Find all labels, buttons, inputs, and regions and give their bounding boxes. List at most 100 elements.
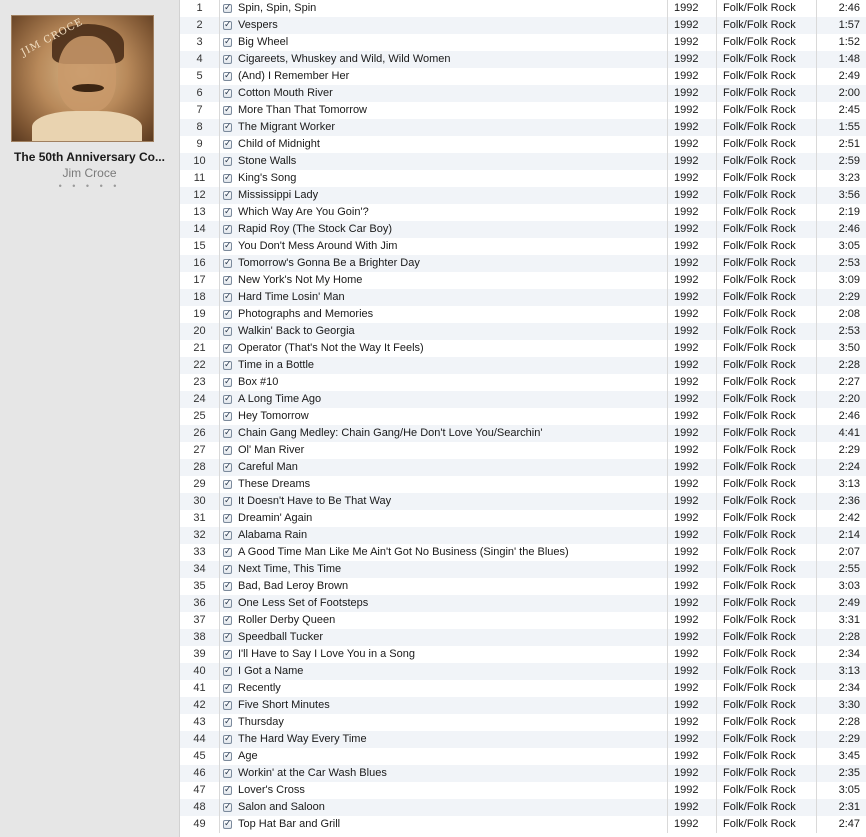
track-checkbox[interactable] [223, 306, 235, 323]
checkmark-icon[interactable] [223, 170, 232, 187]
track-row[interactable]: 12 Mississippi Lady 1992 Folk/Folk Rock 3:56 [180, 187, 866, 204]
checkmark-icon[interactable] [223, 544, 232, 561]
track-row[interactable]: 38 Speedball Tucker 1992 Folk/Folk Rock 2:28 [180, 629, 866, 646]
track-checkbox[interactable] [223, 816, 235, 833]
track-checkbox[interactable] [223, 102, 235, 119]
track-row[interactable]: 5 (And) I Remember Her 1992 Folk/Folk Rock 2… [180, 68, 866, 85]
track-row[interactable]: 48 Salon and Saloon 1992 Folk/Folk Rock 2:31 [180, 799, 866, 816]
track-row[interactable]: 20 Walkin' Back to Georgia 1992 Folk/Folk R… [180, 323, 866, 340]
checkmark-icon[interactable] [223, 816, 232, 833]
checkmark-icon[interactable] [223, 374, 232, 391]
track-row[interactable]: 17 New York's Not My Home 1992 Folk/Folk Ro… [180, 272, 866, 289]
checkmark-icon[interactable] [223, 646, 232, 663]
track-row[interactable]: 32 Alabama Rain 1992 Folk/Folk Rock 2:14 [180, 527, 866, 544]
track-checkbox[interactable] [223, 493, 235, 510]
track-row[interactable]: 22 Time in a Bottle 1992 Folk/Folk Rock 2:28 [180, 357, 866, 374]
track-checkbox[interactable] [223, 663, 235, 680]
track-checkbox[interactable] [223, 612, 235, 629]
track-checkbox[interactable] [223, 476, 235, 493]
checkmark-icon[interactable] [223, 663, 232, 680]
track-checkbox[interactable] [223, 646, 235, 663]
track-row[interactable]: 10 Stone Walls 1992 Folk/Folk Rock 2:59 [180, 153, 866, 170]
checkmark-icon[interactable] [223, 34, 232, 51]
track-row[interactable]: 25 Hey Tomorrow 1992 Folk/Folk Rock 2:46 [180, 408, 866, 425]
checkmark-icon[interactable] [223, 272, 232, 289]
track-row[interactable]: 43 Thursday 1992 Folk/Folk Rock 2:28 [180, 714, 866, 731]
track-row[interactable]: 30 It Doesn't Have to Be That Way 1992 Folk… [180, 493, 866, 510]
track-checkbox[interactable] [223, 374, 235, 391]
checkmark-icon[interactable] [223, 238, 232, 255]
checkmark-icon[interactable] [223, 408, 232, 425]
track-row[interactable]: 14 Rapid Roy (The Stock Car Boy) 1992 Folk/… [180, 221, 866, 238]
checkmark-icon[interactable] [223, 340, 232, 357]
track-row[interactable]: 27 Ol' Man River 1992 Folk/Folk Rock 2:29 [180, 442, 866, 459]
checkmark-icon[interactable] [223, 204, 232, 221]
track-checkbox[interactable] [223, 731, 235, 748]
checkmark-icon[interactable] [223, 17, 232, 34]
track-row[interactable]: 6 Cotton Mouth River 1992 Folk/Folk Rock 2:0… [180, 85, 866, 102]
track-checkbox[interactable] [223, 136, 235, 153]
track-row[interactable]: 47 Lover's Cross 1992 Folk/Folk Rock 3:05 [180, 782, 866, 799]
track-checkbox[interactable] [223, 629, 235, 646]
checkmark-icon[interactable] [223, 153, 232, 170]
track-checkbox[interactable] [223, 714, 235, 731]
track-checkbox[interactable] [223, 255, 235, 272]
checkmark-icon[interactable] [223, 102, 232, 119]
album-title[interactable]: The 50th Anniversary Co... [0, 150, 179, 164]
checkmark-icon[interactable] [223, 629, 232, 646]
track-row[interactable]: 23 Box #10 1992 Folk/Folk Rock 2:27 [180, 374, 866, 391]
track-checkbox[interactable] [223, 51, 235, 68]
track-row[interactable]: 39 I'll Have to Say I Love You in a Song 1… [180, 646, 866, 663]
track-row[interactable]: 31 Dreamin' Again 1992 Folk/Folk Rock 2:42 [180, 510, 866, 527]
track-row[interactable]: 24 A Long Time Ago 1992 Folk/Folk Rock 2:20 [180, 391, 866, 408]
checkmark-icon[interactable] [223, 680, 232, 697]
track-row[interactable]: 42 Five Short Minutes 1992 Folk/Folk Rock 3:… [180, 697, 866, 714]
track-row[interactable]: 2 Vespers 1992 Folk/Folk Rock 1:57 [180, 17, 866, 34]
track-checkbox[interactable] [223, 68, 235, 85]
track-checkbox[interactable] [223, 17, 235, 34]
checkmark-icon[interactable] [223, 782, 232, 799]
checkmark-icon[interactable] [223, 476, 232, 493]
checkmark-icon[interactable] [223, 306, 232, 323]
checkmark-icon[interactable] [223, 799, 232, 816]
track-checkbox[interactable] [223, 408, 235, 425]
checkmark-icon[interactable] [223, 578, 232, 595]
checkmark-icon[interactable] [223, 714, 232, 731]
checkmark-icon[interactable] [223, 68, 232, 85]
album-rating[interactable]: • • • • • [0, 181, 179, 191]
track-checkbox[interactable] [223, 170, 235, 187]
checkmark-icon[interactable] [223, 748, 232, 765]
track-checkbox[interactable] [223, 748, 235, 765]
track-row[interactable]: 29 These Dreams 1992 Folk/Folk Rock 3:13 [180, 476, 866, 493]
track-checkbox[interactable] [223, 119, 235, 136]
checkmark-icon[interactable] [223, 595, 232, 612]
track-row[interactable]: 16 Tomorrow's Gonna Be a Brighter Day 1992… [180, 255, 866, 272]
album-artwork[interactable]: JIM CROCE [11, 15, 154, 142]
track-checkbox[interactable] [223, 238, 235, 255]
album-artist[interactable]: Jim Croce [0, 166, 179, 180]
checkmark-icon[interactable] [223, 221, 232, 238]
track-checkbox[interactable] [223, 765, 235, 782]
track-checkbox[interactable] [223, 561, 235, 578]
track-row[interactable]: 8 The Migrant Worker 1992 Folk/Folk Rock 1:5… [180, 119, 866, 136]
track-checkbox[interactable] [223, 289, 235, 306]
checkmark-icon[interactable] [223, 765, 232, 782]
checkmark-icon[interactable] [223, 0, 232, 17]
checkmark-icon[interactable] [223, 510, 232, 527]
track-row[interactable]: 34 Next Time, This Time 1992 Folk/Folk Rock… [180, 561, 866, 578]
checkmark-icon[interactable] [223, 357, 232, 374]
track-checkbox[interactable] [223, 459, 235, 476]
track-checkbox[interactable] [223, 357, 235, 374]
track-checkbox[interactable] [223, 799, 235, 816]
track-row[interactable]: 1 Spin, Spin, Spin 1992 Folk/Folk Rock 2:46 [180, 0, 866, 17]
track-checkbox[interactable] [223, 323, 235, 340]
track-row[interactable]: 19 Photographs and Memories 1992 Folk/Folk … [180, 306, 866, 323]
track-checkbox[interactable] [223, 221, 235, 238]
track-checkbox[interactable] [223, 391, 235, 408]
track-row[interactable]: 37 Roller Derby Queen 1992 Folk/Folk Rock 3:… [180, 612, 866, 629]
track-row[interactable]: 46 Workin' at the Car Wash Blues 1992 Folk/… [180, 765, 866, 782]
track-checkbox[interactable] [223, 85, 235, 102]
track-row[interactable]: 3 Big Wheel 1992 Folk/Folk Rock 1:52 [180, 34, 866, 51]
track-checkbox[interactable] [223, 0, 235, 17]
track-row[interactable]: 44 The Hard Way Every Time 1992 Folk/Folk R… [180, 731, 866, 748]
